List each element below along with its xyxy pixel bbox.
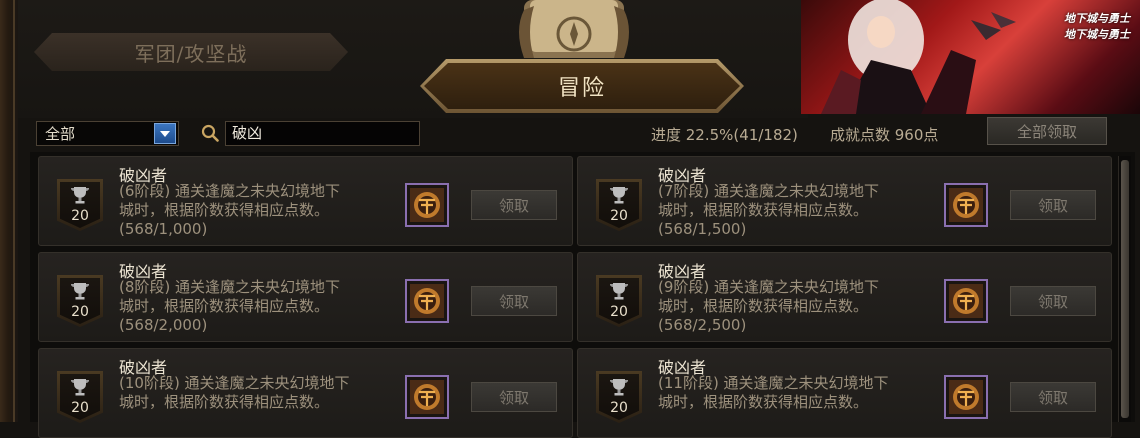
scrollbar-thumb[interactable] (1121, 160, 1129, 418)
achievement-description: (8阶段) 通关逢魔之未央幻境地下 城时，根据阶数获得相应点数。 (568/2,… (119, 278, 404, 335)
achievement-points: 成就点数 960点 (830, 126, 939, 144)
reward-emblem-icon (949, 380, 983, 414)
search-input[interactable]: 破凶 (225, 121, 420, 146)
description-line: (9阶段) 通关逢魔之未央幻境地下 (658, 278, 880, 296)
reward-emblem-icon (949, 188, 983, 222)
reward-item[interactable] (405, 375, 449, 419)
claim-button[interactable]: 领取 (1010, 190, 1096, 220)
trophy-icon (610, 187, 628, 204)
left-frame-edge (0, 0, 18, 422)
description-line: 城时，根据阶数获得相应点数。 (119, 201, 330, 219)
claim-all-button[interactable]: 全部领取 (987, 117, 1107, 145)
claim-button[interactable]: 领取 (471, 286, 557, 316)
reward-item[interactable] (944, 183, 988, 227)
progress-text: 进度 22.5%(41/182) (651, 126, 798, 144)
reward-item[interactable] (405, 183, 449, 227)
progress-count: (568/1,500) (658, 220, 747, 238)
reward-emblem-icon (410, 380, 444, 414)
points-value: 20 (610, 400, 628, 416)
category-select[interactable]: 全部 (36, 121, 179, 146)
tab-legion-label: 军团/攻坚战 (134, 41, 248, 66)
achievement-card: 20 破凶者 (10阶段) 通关逢魔之未央幻境地下 城时，根据阶数获得相应点数。… (38, 348, 573, 438)
achievement-description: (7阶段) 通关逢魔之未央幻境地下 城时，根据阶数获得相应点数。 (568/1,… (658, 182, 943, 239)
tab-adventure-label: 冒险 (557, 76, 606, 101)
trophy-icon (71, 379, 89, 396)
progress-count: (568/2,500) (658, 316, 747, 334)
description-line: 城时，根据阶数获得相应点数。 (119, 393, 330, 411)
achievement-card: 20 破凶者 (8阶段) 通关逢魔之未央幻境地下 城时，根据阶数获得相应点数。 … (38, 252, 573, 342)
trophy-icon (610, 283, 628, 300)
achievement-card: 20 破凶者 (6阶段) 通关逢魔之未央幻境地下 城时，根据阶数获得相应点数。 … (38, 156, 573, 246)
tab-legion[interactable]: 军团/攻坚战 (34, 33, 348, 71)
points-value: 20 (610, 208, 628, 224)
category-select-value: 全部 (45, 125, 76, 143)
description-line: (7阶段) 通关逢魔之未央幻境地下 (658, 182, 880, 200)
achievement-description: (6阶段) 通关逢魔之未央幻境地下 城时，根据阶数获得相应点数。 (568/1,… (119, 182, 404, 239)
promo-banner[interactable]: 地下城与勇士 地下城与勇士 (801, 0, 1140, 114)
description-line: 城时，根据阶数获得相应点数。 (658, 297, 869, 315)
list-scrollbar[interactable] (1118, 156, 1131, 422)
claim-button[interactable]: 领取 (1010, 286, 1096, 316)
progress-count: (568/2,000) (119, 316, 208, 334)
trophy-icon (71, 187, 89, 204)
description-line: (11阶段) 通关逢魔之未央幻境地下 (658, 374, 889, 392)
achievement-description: (10阶段) 通关逢魔之未央幻境地下 城时，根据阶数获得相应点数。 (119, 374, 404, 412)
description-line: 城时，根据阶数获得相应点数。 (119, 297, 330, 315)
achievement-card: 20 破凶者 (11阶段) 通关逢魔之未央幻境地下 城时，根据阶数获得相应点数。… (577, 348, 1112, 438)
tab-adventure[interactable]: 冒险 (424, 63, 740, 109)
achievement-card: 20 破凶者 (7阶段) 通关逢魔之未央幻境地下 城时，根据阶数获得相应点数。 … (577, 156, 1112, 246)
achievement-card: 20 破凶者 (9阶段) 通关逢魔之未央幻境地下 城时，根据阶数获得相应点数。 … (577, 252, 1112, 342)
trophy-icon (610, 379, 628, 396)
reward-item[interactable] (405, 279, 449, 323)
banner-logo-top: 地下城与勇士 (1064, 12, 1130, 25)
points-value: 20 (610, 304, 628, 320)
dropdown-arrow-icon[interactable] (154, 123, 176, 144)
description-line: (6阶段) 通关逢魔之未央幻境地下 (119, 182, 341, 200)
achievement-description: (11阶段) 通关逢魔之未央幻境地下 城时，根据阶数获得相应点数。 (658, 374, 943, 412)
description-line: (8阶段) 通关逢魔之未央幻境地下 (119, 278, 341, 296)
reward-item[interactable] (944, 279, 988, 323)
claim-button[interactable]: 领取 (471, 190, 557, 220)
search-icon (201, 124, 219, 142)
reward-item[interactable] (944, 375, 988, 419)
banner-logo-bottom: 地下城与勇士 (1064, 28, 1130, 41)
points-value: 20 (71, 400, 89, 416)
points-value: 20 (71, 304, 89, 320)
claim-button[interactable]: 领取 (1010, 382, 1096, 412)
reward-emblem-icon (410, 284, 444, 318)
achievement-description: (9阶段) 通关逢魔之未央幻境地下 城时，根据阶数获得相应点数。 (568/2,… (658, 278, 943, 335)
reward-emblem-icon (949, 284, 983, 318)
description-line: 城时，根据阶数获得相应点数。 (658, 201, 869, 219)
description-line: (10阶段) 通关逢魔之未央幻境地下 (119, 374, 350, 392)
points-value: 20 (71, 208, 89, 224)
description-line: 城时，根据阶数获得相应点数。 (658, 393, 869, 411)
trophy-icon (71, 283, 89, 300)
progress-count: (568/1,000) (119, 220, 208, 238)
claim-button[interactable]: 领取 (471, 382, 557, 412)
scroll-compass-icon (519, 0, 629, 58)
reward-emblem-icon (410, 188, 444, 222)
